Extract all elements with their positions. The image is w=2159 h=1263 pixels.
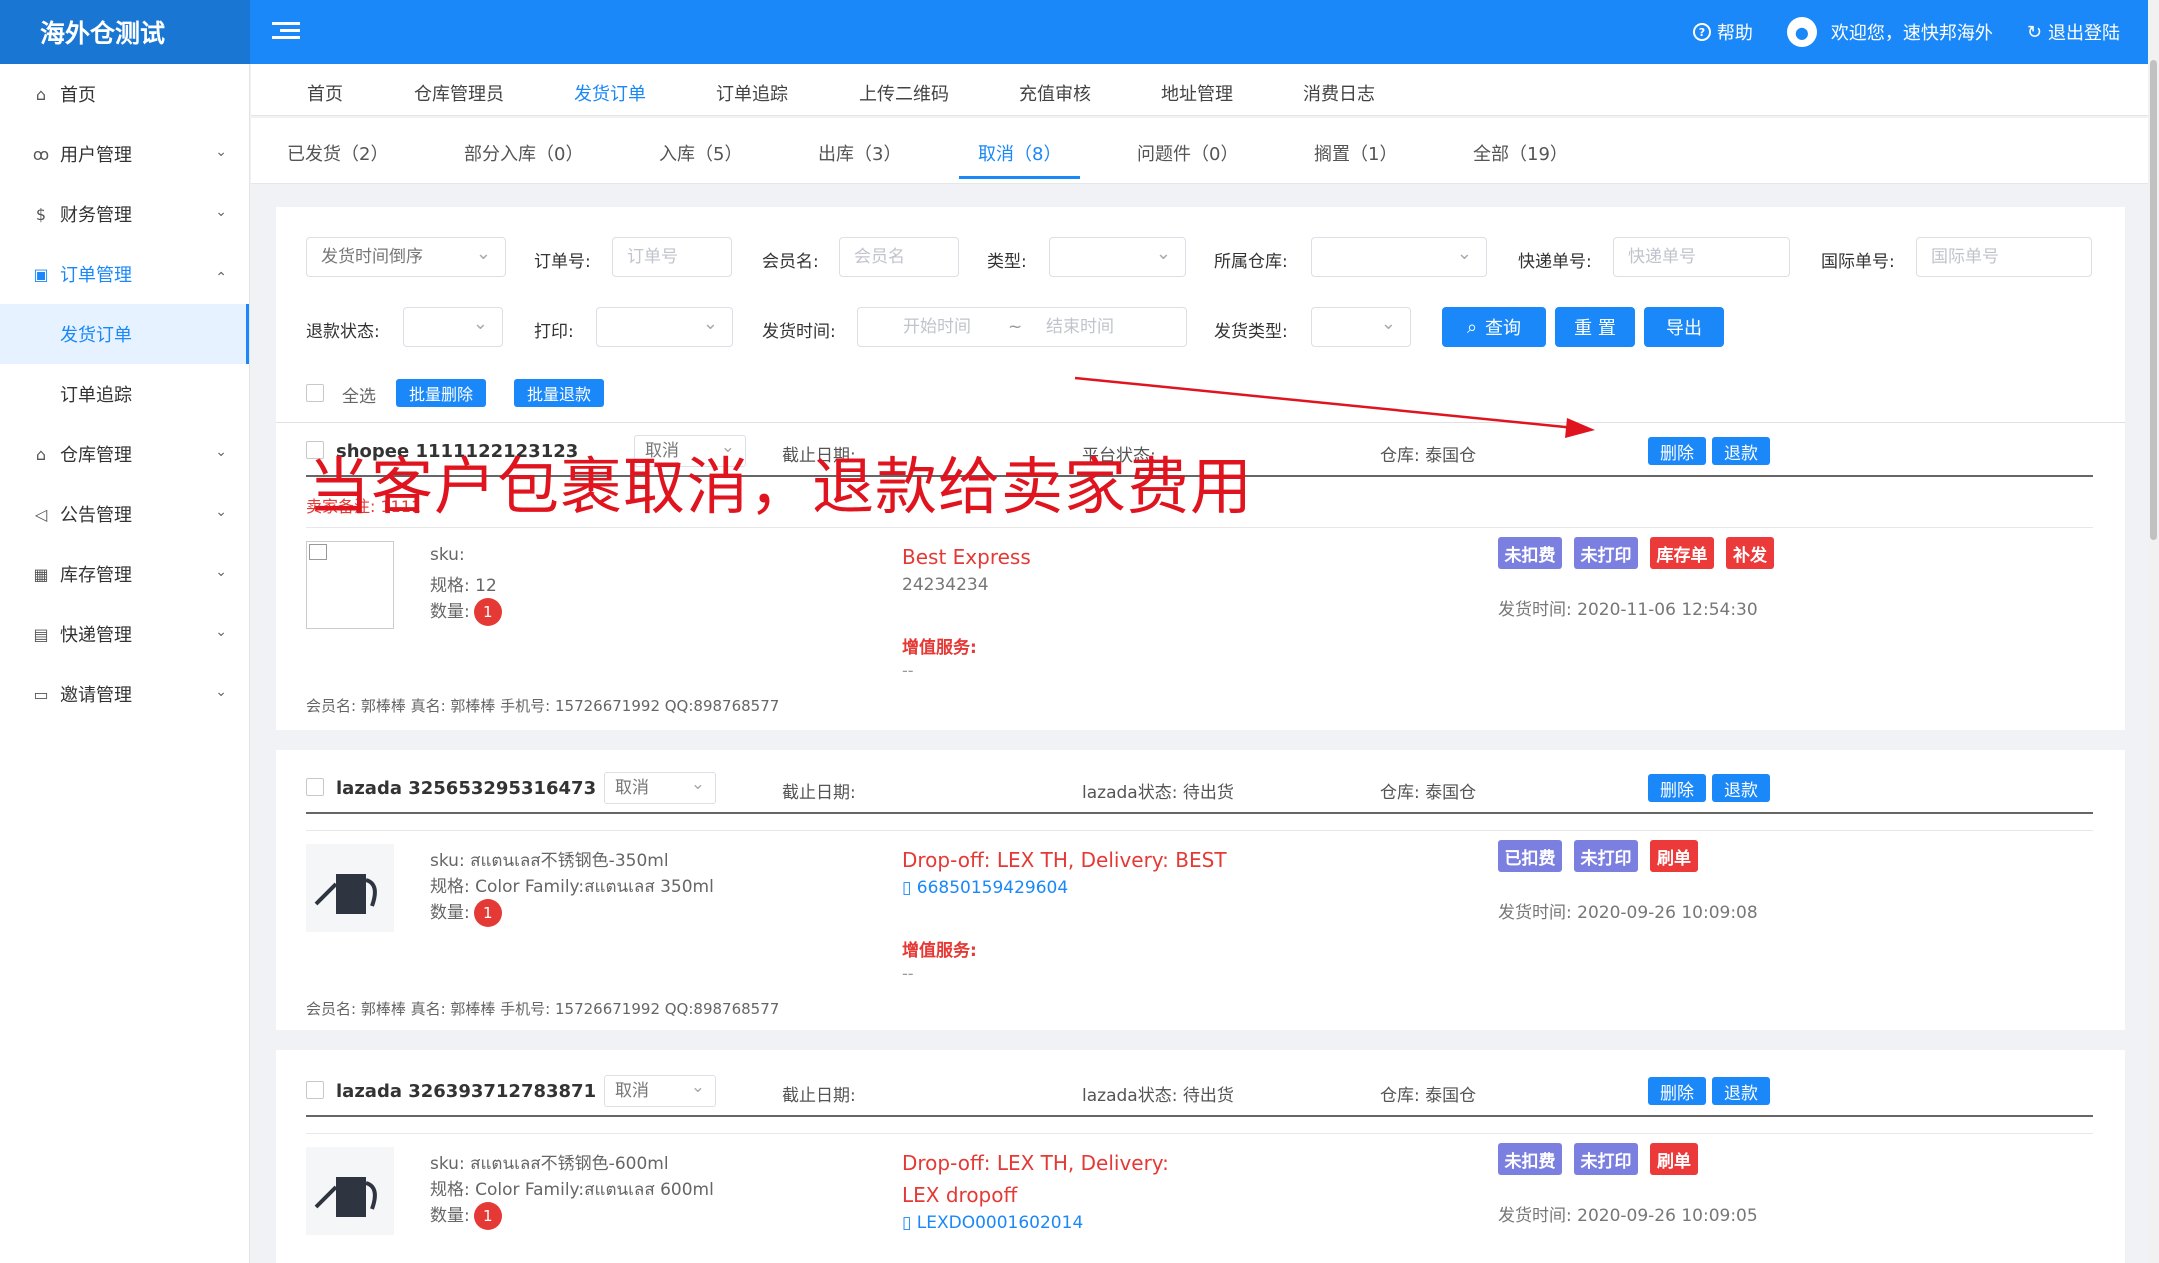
- annotation-arrow: [1074, 376, 1595, 438]
- annotation-text: 当客户包裹取消，退款给卖家费用: [308, 450, 1254, 523]
